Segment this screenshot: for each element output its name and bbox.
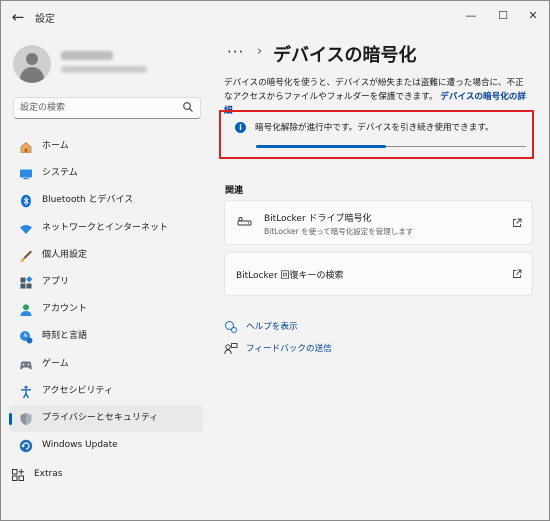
- user-email-blurred: [61, 66, 147, 73]
- bitlocker-subtitle: BitLocker を使って暗号化設定を管理します: [264, 227, 414, 236]
- sidebar-item-label: Windows Update: [42, 440, 118, 451]
- brush-icon: [20, 250, 32, 262]
- minimize-button[interactable]: —: [457, 6, 485, 26]
- help-icon: [225, 321, 237, 333]
- bitlocker-card[interactable]: BitLocker ドライブ暗号化 BitLocker を使って暗号化設定を管理…: [224, 200, 533, 245]
- decryption-status: i 暗号化解除が進行中です。デバイスを引き続き使用できます。: [225, 114, 533, 154]
- sidebar-item-label: アクセシビリティ: [42, 385, 114, 396]
- status-message: 暗号化解除が進行中です。デバイスを引き続き使用できます。: [255, 123, 494, 133]
- home-icon: [20, 142, 32, 153]
- sidebar-item-bluetooth[interactable]: Bluetooth とデバイス: [9, 187, 203, 214]
- sidebar-item-label: ホーム: [42, 141, 69, 151]
- sidebar-item-personalization[interactable]: 個人用設定: [9, 242, 203, 269]
- avatar[interactable]: [13, 45, 51, 83]
- account-icon: [20, 304, 32, 317]
- close-button[interactable]: ✕: [519, 6, 547, 26]
- sidebar-item-label: ゲーム: [42, 358, 69, 369]
- progress-bar-fill: [256, 145, 386, 148]
- progress-bar: [256, 145, 526, 148]
- external-link-icon: [513, 269, 522, 278]
- title-bar: ← 設定 — ☐ ✕: [1, 1, 549, 33]
- accessibility-icon: [21, 385, 31, 399]
- search-input[interactable]: [20, 100, 180, 116]
- breadcrumb-separator: ›: [257, 44, 263, 59]
- shield-icon: [20, 412, 32, 426]
- search-box[interactable]: [13, 97, 201, 119]
- sidebar-item-label: Bluetooth とデバイス: [42, 195, 134, 206]
- sidebar-item-label: アカウント: [42, 304, 88, 315]
- feedback-icon: [224, 343, 238, 355]
- wifi-icon: [20, 224, 32, 234]
- back-button[interactable]: ←: [9, 8, 27, 26]
- extras-icon: [12, 469, 24, 481]
- apps-icon: [20, 276, 33, 289]
- bluetooth-icon: [21, 195, 31, 208]
- search-icon[interactable]: [182, 101, 194, 113]
- gamepad-icon: [20, 361, 32, 369]
- sidebar-item-label: 個人用設定: [42, 249, 88, 260]
- windows-update-icon: [19, 439, 33, 453]
- sidebar-nav: ホーム システム Bluetooth とデバイス ネットワークとインターネット: [9, 133, 203, 459]
- sidebar-item-label: システム: [42, 168, 78, 179]
- recovery-key-card[interactable]: BitLocker 回復キーの検索: [224, 252, 533, 296]
- system-icon: [20, 169, 32, 180]
- get-help-link[interactable]: ヘルプを表示: [246, 320, 298, 332]
- sidebar-item-label: ネットワークとインターネット: [42, 222, 169, 233]
- recovery-key-title: BitLocker 回復キーの検索: [236, 271, 344, 281]
- sidebar-item-accessibility[interactable]: アクセシビリティ: [9, 378, 203, 405]
- sidebar-item-accounts[interactable]: アカウント: [9, 296, 203, 323]
- sidebar-item-gaming[interactable]: ゲーム: [9, 351, 203, 378]
- avatar-body-shape: [20, 67, 44, 83]
- sidebar-item-privacy-security[interactable]: プライバシーとセキュリティ: [9, 404, 203, 433]
- settings-window: ← 設定 — ☐ ✕ ホーム システ: [0, 0, 550, 521]
- sidebar-item-apps[interactable]: アプリ: [9, 269, 203, 296]
- sidebar-item-label: アプリ: [42, 276, 70, 287]
- avatar-head-shape: [26, 53, 38, 65]
- related-section-label: 関連: [225, 186, 244, 196]
- feedback-link[interactable]: フィードバックの送信: [246, 342, 332, 354]
- sidebar-item-windows-update[interactable]: Windows Update: [9, 432, 203, 459]
- sidebar-item-label: 時刻と言語: [42, 331, 88, 342]
- user-name-blurred: [61, 51, 113, 60]
- breadcrumb-more-button[interactable]: ···: [227, 43, 244, 61]
- bitlocker-title: BitLocker ドライブ暗号化: [264, 214, 372, 224]
- sidebar-item-extras[interactable]: Extras: [9, 461, 203, 488]
- sidebar-item-time-language[interactable]: 時刻と言語: [9, 323, 203, 350]
- info-icon: i: [235, 122, 246, 133]
- time-language-icon: [20, 331, 33, 344]
- app-title: 設定: [35, 14, 55, 25]
- key-drive-icon: [237, 217, 252, 226]
- sidebar-item-label: プライバシーとセキュリティ: [42, 412, 159, 423]
- sidebar-item-network[interactable]: ネットワークとインターネット: [9, 215, 203, 242]
- extras-label: Extras: [34, 469, 63, 479]
- maximize-button[interactable]: ☐: [489, 6, 517, 26]
- external-link-icon: [513, 218, 522, 227]
- sidebar-item-system[interactable]: システム: [9, 160, 203, 187]
- sidebar-item-home[interactable]: ホーム: [9, 133, 203, 160]
- page-title: デバイスの暗号化: [273, 45, 417, 66]
